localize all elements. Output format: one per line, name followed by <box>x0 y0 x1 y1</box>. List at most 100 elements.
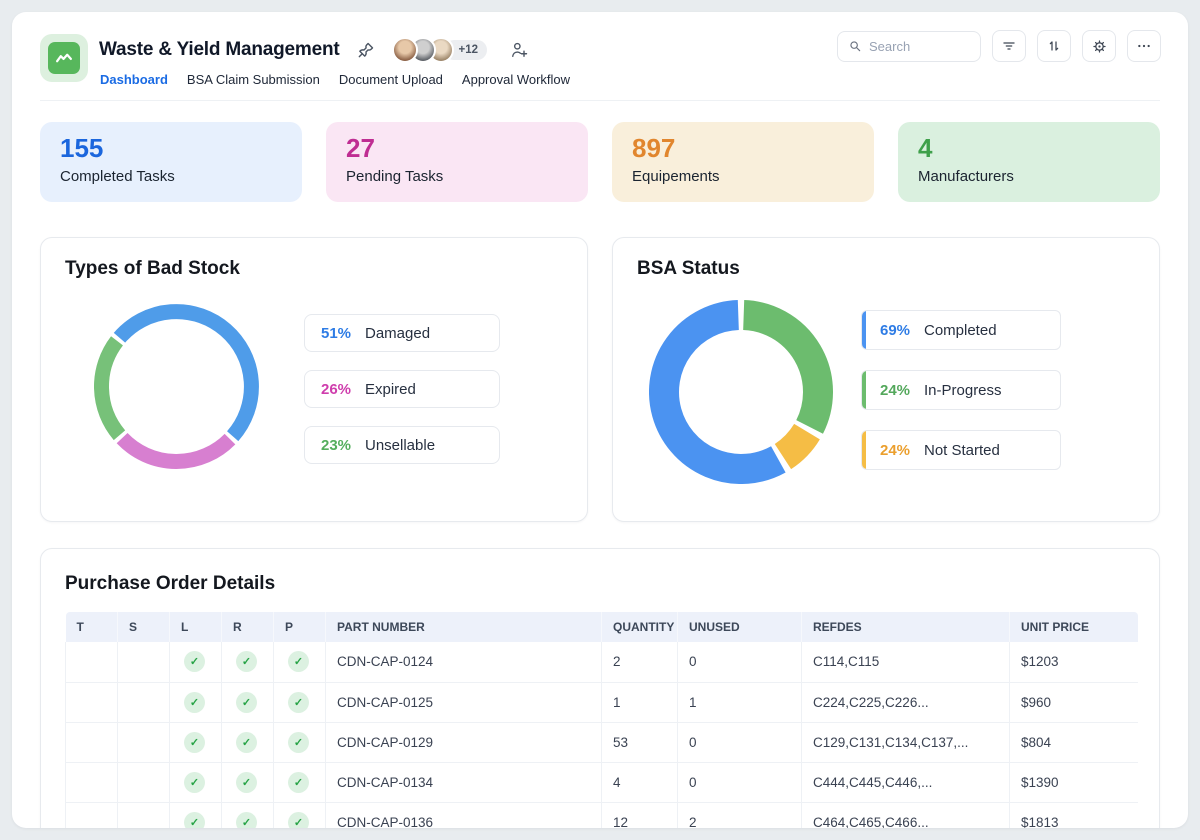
bsa-status-legend: 69% Completed 24% In-Progress 24% Not St… <box>861 310 1061 490</box>
stat-card-completed-tasks: 155 Completed Tasks <box>40 122 302 202</box>
check-icon: ✓ <box>236 651 257 672</box>
search-input[interactable] <box>869 39 970 54</box>
check-icon: ✓ <box>236 692 257 713</box>
legend-accent-bar <box>862 311 866 349</box>
column-header-t: T <box>66 612 118 642</box>
bsa-status-donut-chart <box>649 300 833 484</box>
cell-part-number: CDN-CAP-0125 <box>326 682 602 722</box>
avatar[interactable] <box>392 37 418 63</box>
stat-card-manufacturers: 4 Manufacturers <box>898 122 1160 202</box>
check-icon: ✓ <box>236 812 257 829</box>
legend-label: In-Progress <box>924 382 1002 399</box>
legend-item-unsellable: 23% Unsellable <box>304 426 500 464</box>
cell-unused: 0 <box>678 762 802 802</box>
nav-tabs: Dashboard BSA Claim Submission Document … <box>100 72 570 87</box>
column-header-p: P <box>274 612 326 642</box>
column-header-unused: UNUSED <box>678 612 802 642</box>
legend-percent: 51% <box>321 325 365 342</box>
more-button[interactable] <box>1127 30 1161 62</box>
legend-item-damaged: 51% Damaged <box>304 314 500 352</box>
column-header-r: R <box>222 612 274 642</box>
check-icon: ✓ <box>288 651 309 672</box>
legend-label: Damaged <box>365 325 430 342</box>
column-header-quantity: QUANTITY <box>602 612 678 642</box>
table-row: ✓ ✓ ✓ CDN-CAP-0134 4 0 C444,C445,C446,..… <box>66 762 1138 802</box>
table-header-row: T S L R P PART NUMBER QUANTITY UNUSED RE… <box>66 612 1138 642</box>
tab-document-upload[interactable]: Document Upload <box>339 72 443 87</box>
legend-percent: 24% <box>880 442 924 459</box>
legend-accent-bar <box>862 371 866 409</box>
legend-percent: 26% <box>321 381 365 398</box>
check-icon: ✓ <box>288 772 309 793</box>
legend-label: Unsellable <box>365 437 435 454</box>
sort-button[interactable] <box>1037 30 1071 62</box>
check-icon: ✓ <box>184 812 205 829</box>
app-logo-icon <box>40 34 88 82</box>
cell-unused: 2 <box>678 802 802 828</box>
cell-quantity: 4 <box>602 762 678 802</box>
check-icon: ✓ <box>236 732 257 753</box>
tab-dashboard[interactable]: Dashboard <box>100 72 168 87</box>
search-box[interactable] <box>837 31 981 62</box>
cell-unit-price: $1390 <box>1010 762 1138 802</box>
check-icon: ✓ <box>288 732 309 753</box>
cell-part-number: CDN-CAP-0124 <box>326 642 602 682</box>
check-icon: ✓ <box>236 772 257 793</box>
main-panel: Waste & Yield Management +12 Dashboard B… <box>12 12 1188 828</box>
column-header-part-number: PART NUMBER <box>326 612 602 642</box>
stat-value: 155 <box>60 134 282 164</box>
stats-row: 155 Completed Tasks 27 Pending Tasks 897… <box>40 122 1160 202</box>
legend-label: Expired <box>365 381 416 398</box>
legend-item-in-progress: 24% In-Progress <box>861 370 1061 410</box>
stat-value: 897 <box>632 134 854 164</box>
cell-unit-price: $804 <box>1010 722 1138 762</box>
table-title: Purchase Order Details <box>65 573 1135 595</box>
card-title: Types of Bad Stock <box>65 258 240 280</box>
stat-value: 4 <box>918 134 1140 164</box>
filter-button[interactable] <box>992 30 1026 62</box>
more-icon <box>1136 38 1152 54</box>
cell-quantity: 12 <box>602 802 678 828</box>
gear-icon <box>1091 38 1108 55</box>
legend-item-completed: 69% Completed <box>861 310 1061 350</box>
cell-unit-price: $1203 <box>1010 642 1138 682</box>
stat-label: Equipements <box>632 168 854 185</box>
cell-part-number: CDN-CAP-0129 <box>326 722 602 762</box>
tab-bsa-claim-submission[interactable]: BSA Claim Submission <box>187 72 320 87</box>
cell-unit-price: $1813 <box>1010 802 1138 828</box>
tab-approval-workflow[interactable]: Approval Workflow <box>462 72 570 87</box>
cell-quantity: 1 <box>602 682 678 722</box>
card-title: BSA Status <box>637 258 740 280</box>
search-icon <box>848 39 862 53</box>
bad-stock-legend: 51% Damaged 26% Expired 23% Unsellable <box>304 314 500 482</box>
pin-icon[interactable] <box>356 40 376 60</box>
column-header-s: S <box>118 612 170 642</box>
column-header-refdes: REFDES <box>802 612 1010 642</box>
legend-percent: 24% <box>880 382 924 399</box>
bsa-status-card: BSA Status 69% Completed 24% In-Progress… <box>612 237 1160 522</box>
cell-refdes: C464,C465,C466... <box>802 802 1010 828</box>
purchase-order-card: Purchase Order Details T S L R P PART NU… <box>40 548 1160 828</box>
stat-label: Completed Tasks <box>60 168 282 185</box>
bad-stock-donut-chart <box>94 304 259 469</box>
table-row: ✓ ✓ ✓ CDN-CAP-0136 12 2 C464,C465,C466..… <box>66 802 1138 828</box>
legend-label: Not Started <box>924 442 1000 459</box>
cell-part-number: CDN-CAP-0134 <box>326 762 602 802</box>
sort-icon <box>1046 38 1062 54</box>
cell-unused: 0 <box>678 722 802 762</box>
bad-stock-card: Types of Bad Stock 51% Damaged 26% Expir… <box>40 237 588 522</box>
legend-accent-bar <box>862 431 866 469</box>
stat-value: 27 <box>346 134 568 164</box>
settings-button[interactable] <box>1082 30 1116 62</box>
add-member-icon[interactable] <box>509 40 529 60</box>
filter-icon <box>1001 38 1017 54</box>
table-row: ✓ ✓ ✓ CDN-CAP-0129 53 0 C129,C131,C134,C… <box>66 722 1138 762</box>
header-divider <box>40 100 1160 101</box>
purchase-order-table: T S L R P PART NUMBER QUANTITY UNUSED RE… <box>65 612 1138 828</box>
avatar-group[interactable]: +12 <box>392 37 488 63</box>
column-header-unit-price: UNIT PRICE <box>1010 612 1138 642</box>
cell-refdes: C129,C131,C134,C137,... <box>802 722 1010 762</box>
stat-label: Manufacturers <box>918 168 1140 185</box>
table-row: ✓ ✓ ✓ CDN-CAP-0124 2 0 C114,C115 $1203 <box>66 642 1138 682</box>
cell-refdes: C114,C115 <box>802 642 1010 682</box>
